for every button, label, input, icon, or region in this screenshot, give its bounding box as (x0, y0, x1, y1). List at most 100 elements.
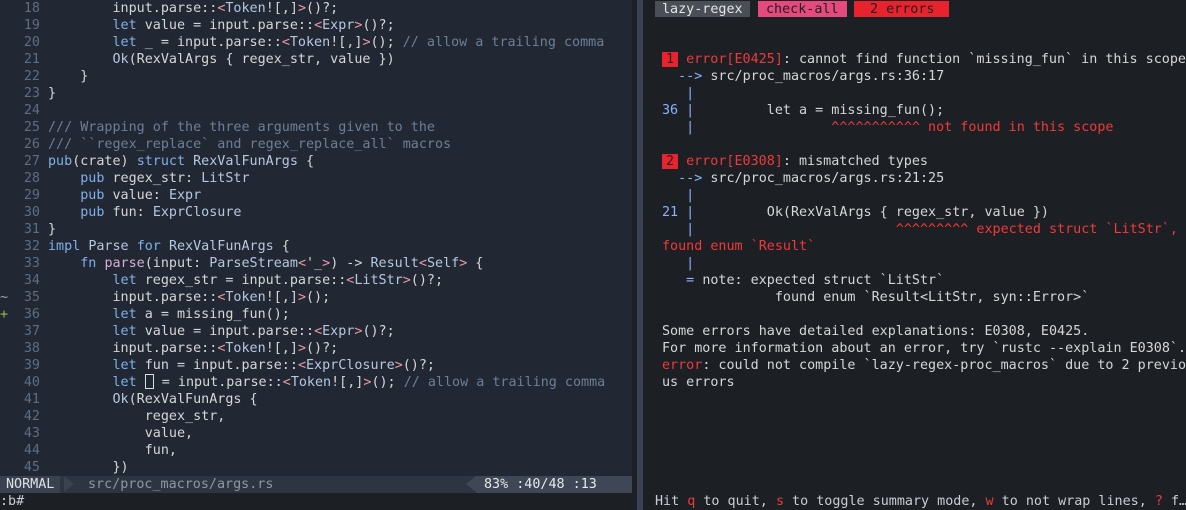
git-sign: + (0, 307, 9, 322)
git-sign (0, 272, 10, 289)
code-text: pub regex_str: LitStr (48, 170, 250, 187)
code-token: ()?; (306, 1, 339, 16)
hint-text: to toggle summary mode, (784, 494, 986, 509)
code-token: LitStr (201, 171, 250, 186)
git-sign (0, 102, 10, 119)
output-line: found enum `Result` (662, 238, 815, 255)
code-token: < (281, 35, 290, 50)
code-token: impl (48, 239, 81, 254)
code-token: (); (306, 290, 331, 305)
project-badge: lazy-regex (655, 1, 750, 17)
code-token: ExprClosure (306, 358, 395, 373)
code-text: let value = input.parse::<Expr>()?; (48, 17, 395, 34)
output-token: | (662, 86, 695, 101)
code-token: Token (290, 375, 332, 390)
output-token: ^^^^^^^^^^^ not found in this scope (694, 120, 1114, 135)
output-token: error (662, 358, 703, 373)
line-number: 22 (23, 69, 40, 84)
output-token: note: expected struct `LitStr` (702, 273, 945, 288)
output-line: us errors (662, 374, 735, 391)
output-token: 1 (662, 52, 679, 67)
git-sign: ~ (0, 290, 9, 305)
code-token: let (112, 273, 137, 288)
code-text: input.parse::<Token![,]>(); (48, 289, 330, 306)
output-token: 36 | (662, 103, 695, 118)
output-line: 21 | Ok(RexValArgs { regex_str, value }) (662, 204, 1049, 221)
hint-text: f… (1162, 494, 1186, 509)
code-token: < (418, 256, 427, 271)
powerline-arrow-icon (64, 476, 74, 492)
git-sign (0, 17, 10, 34)
code-token: ExprClosure (152, 205, 242, 220)
code-token: > (322, 256, 331, 271)
code-token: } (48, 222, 57, 237)
code-token: ![,] (331, 375, 364, 390)
code-token: /// Wrapping of the three arguments give… (48, 120, 435, 135)
output-line: | (662, 187, 694, 204)
output-token: : mismatched types (782, 154, 928, 169)
code-token: Self (426, 256, 460, 271)
git-sign (0, 51, 10, 68)
line-number: 29 (23, 188, 40, 203)
code-token: let (112, 18, 137, 33)
powerline-arrow-icon (466, 476, 476, 492)
code-token: fun, (48, 443, 177, 458)
code-text: Ok(RexValFunArgs { (48, 391, 258, 408)
code-token: struct (136, 154, 186, 169)
line-number: 44 (23, 443, 40, 458)
line-number: 19 (23, 18, 40, 33)
line-number: 42 (23, 409, 40, 424)
code-token: a = missing_fun(); (136, 307, 290, 322)
line-number: 26 (23, 137, 40, 152)
git-sign (0, 425, 10, 442)
hint-text: to quit, (695, 494, 776, 509)
code-token: ![,] (265, 341, 298, 356)
code-token: Expr (168, 188, 202, 203)
code-token: pub (80, 188, 105, 203)
code-token: pub (80, 205, 105, 220)
code-text: value, (48, 425, 193, 442)
bacon-pane[interactable]: lazy-regex check-all 2 errors 1 error[E0… (653, 0, 1186, 510)
code-token: value: (104, 188, 169, 203)
code-token: // allow a trailing comma (403, 375, 606, 390)
code-token: pub (48, 154, 73, 169)
code-token: > (402, 273, 411, 288)
code-token: input.parse:: (48, 341, 218, 356)
code-text: impl Parse for RexValFunArgs { (48, 238, 290, 255)
editor-pane[interactable]: 18 input.parse::<Token![,]>()?; 19 let va… (0, 0, 632, 476)
code-token: input.parse:: (48, 1, 218, 16)
code-token: (RexValFunArgs { (128, 392, 258, 407)
git-sign (0, 357, 10, 374)
output-token: error[E0425] (678, 52, 783, 67)
code-text: let regex_str = input.parse::<LitStr>()?… (48, 272, 444, 289)
code-token: _ = input.parse:: (136, 35, 282, 50)
code-token: // allow a trailing comma (402, 35, 605, 50)
git-sign (0, 119, 10, 136)
code-token: fun = input.parse:: (136, 358, 298, 373)
line-number: 27 (23, 154, 40, 169)
code-token: > (362, 35, 371, 50)
git-sign (0, 374, 10, 391)
code-token: ()?; (402, 358, 435, 373)
git-sign (0, 204, 10, 221)
command-line[interactable]: :b# (0, 493, 24, 510)
code-text: regex_str, (48, 408, 226, 425)
code-token: Ok (112, 392, 129, 407)
code-text: }) (48, 459, 128, 476)
code-token: > (394, 358, 403, 373)
git-sign (0, 136, 10, 153)
git-sign (0, 408, 10, 425)
code-text: let _ = input.parse::<Token![,]>(); // a… (48, 34, 605, 51)
output-line: --> src/proc_macros/args.rs:36:17 (662, 68, 944, 85)
code-text: } (48, 85, 56, 102)
git-sign (0, 187, 10, 204)
code-token: ()?; (306, 341, 339, 356)
code-token: < (282, 375, 291, 390)
line-number: 28 (23, 171, 40, 186)
